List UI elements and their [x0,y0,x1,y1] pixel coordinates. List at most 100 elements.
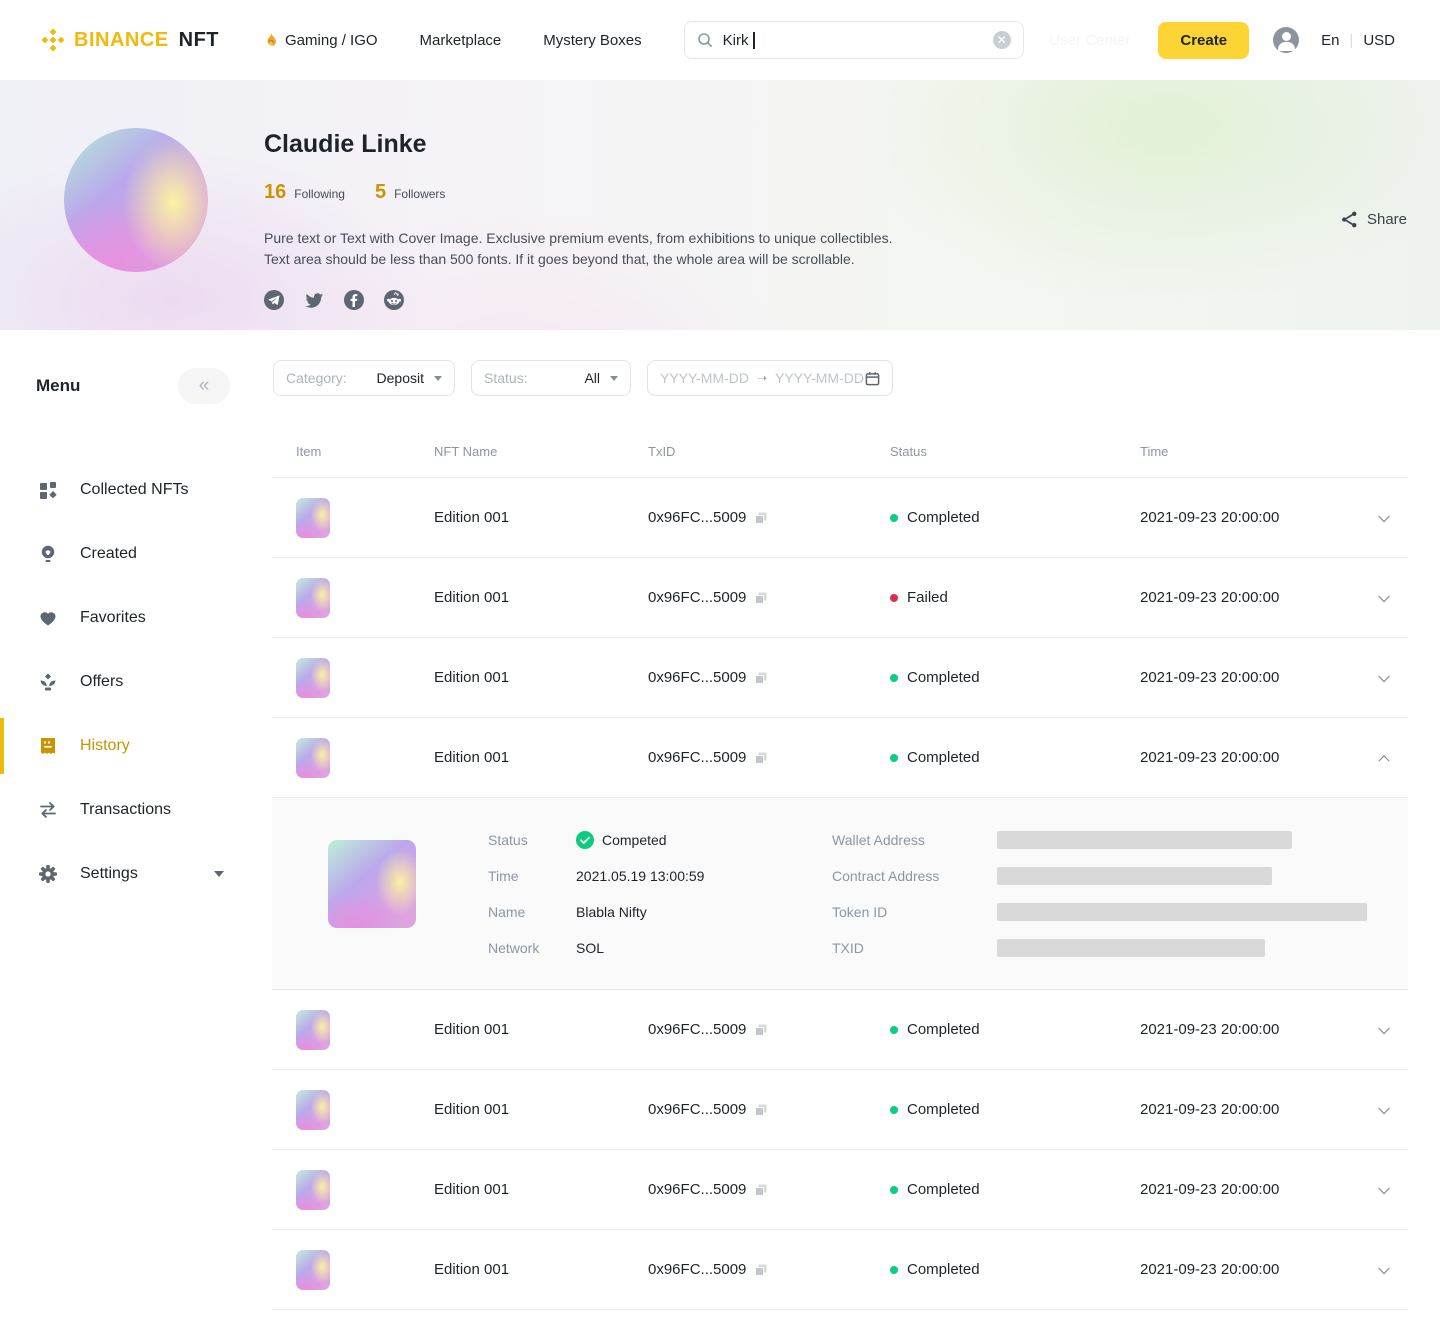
sidebar-item-collected-nfts[interactable]: Collected NFTs [0,458,272,522]
copy-icon[interactable] [754,1183,768,1197]
table-row[interactable]: Edition 001 0x96FC...5009 Completed 2021… [272,478,1408,558]
detail-network-value: SOL [576,940,604,956]
chevron-down-icon[interactable] [1378,590,1389,601]
table-row[interactable]: Edition 001 0x96FC...5009 Completed 2021… [272,638,1408,718]
copy-icon[interactable] [754,591,768,605]
create-button[interactable]: Create [1158,22,1249,59]
txid-value: 0x96FC...5009 [648,1181,746,1198]
table-row[interactable]: Edition 001 0x96FC...5009 Completed 2021… [272,1150,1408,1230]
telegram-icon[interactable] [264,290,284,310]
sidebar-item-transactions[interactable]: Transactions [0,778,272,842]
date-from-input[interactable]: YYYY-MM-DD [660,370,749,386]
nft-thumbnail [296,498,330,538]
chevron-down-icon[interactable] [1378,1182,1389,1193]
text-cursor [753,32,755,49]
sidebar-item-favorites[interactable]: Favorites [0,586,272,650]
heart-icon [38,608,58,628]
account-avatar-icon[interactable] [1273,27,1299,53]
share-button[interactable]: Share [1340,210,1407,229]
date-to-input[interactable]: YYYY-MM-DD [775,370,864,386]
user-center-link[interactable]: User Center [1050,32,1131,49]
clear-search-icon[interactable]: ✕ [993,31,1011,49]
copy-icon[interactable] [754,1263,768,1277]
status-label: Completed [907,669,980,686]
table-row[interactable]: Edition 001 0x96FC...5009 Failed 2021-09… [272,558,1408,638]
chevron-down-icon[interactable] [1378,1022,1389,1033]
detail-contract-label: Contract Address [832,868,997,884]
share-icon [1340,210,1359,229]
detail-time-value: 2021.05.19 13:00:59 [576,868,704,884]
status-label: Completed [907,509,980,526]
copy-icon[interactable] [754,751,768,765]
menu-title: Menu [36,376,80,396]
txid-value: 0x96FC...5009 [648,509,746,526]
calendar-icon[interactable] [865,371,880,386]
detail-name-label: Name [488,904,576,920]
binance-logo[interactable]: BINANCENFT [40,27,219,53]
table-row[interactable]: Edition 001 0x96FC...5009 Completed 2021… [272,990,1408,1070]
chevron-down-icon[interactable] [1378,1262,1389,1273]
sidebar-item-label: Settings [80,865,138,883]
reddit-icon[interactable] [384,290,404,310]
sidebar-item-label: Collected NFTs [80,481,188,499]
status-dot [890,1186,898,1194]
detail-right-column: Wallet Address Contract Address Token ID… [832,822,1392,966]
collapse-sidebar-button[interactable]: « [178,368,230,404]
chevron-down-icon[interactable] [1378,1102,1389,1113]
sidebar-item-settings[interactable]: Settings [0,842,272,906]
table-row[interactable]: Edition 001 0x96FC...5009 Completed 2021… [272,1070,1408,1150]
profile-info: Claudie Linke 16 Following 5 Followers P… [264,130,892,310]
txid-value: 0x96FC...5009 [648,1021,746,1038]
copy-icon[interactable] [754,1023,768,1037]
row-time: 2021-09-23 20:00:00 [1140,1021,1370,1038]
binance-diamond-icon [40,27,66,53]
nft-name: Edition 001 [434,1261,648,1278]
detail-txid-label: TXID [832,940,997,956]
status-dropdown[interactable]: Status: All [471,360,631,396]
chevron-up-icon[interactable] [1378,755,1389,766]
chevron-down-icon[interactable] [214,871,224,877]
nft-thumbnail [296,658,330,698]
search-icon [697,32,713,48]
following-stat[interactable]: 16 Following [264,181,345,204]
followers-stat[interactable]: 5 Followers [375,181,445,204]
followers-label: Followers [394,187,445,201]
status-label: Failed [907,589,948,606]
arrow-right-icon: ➝ [757,371,767,385]
nft-thumbnail [296,1250,330,1290]
followers-count: 5 [375,181,386,204]
chevron-down-icon[interactable] [1378,510,1389,521]
facebook-icon[interactable] [344,290,364,310]
sidebar-item-offers[interactable]: Offers [0,650,272,714]
status-label: Completed [907,1181,980,1198]
date-range-picker[interactable]: YYYY-MM-DD ➝ YYYY-MM-DD [647,360,893,396]
detail-time-label: Time [488,868,576,884]
status-dot [890,514,898,522]
table-row[interactable]: Edition 001 0x96FC...5009 Completed 2021… [272,718,1408,798]
copy-icon[interactable] [754,511,768,525]
nav-link-gaming-igo[interactable]: Gaming / IGO [263,32,378,49]
language-selector[interactable]: En [1321,32,1339,49]
nav-link-mystery-boxes[interactable]: Mystery Boxes [543,32,641,49]
wallet-address-placeholder [997,831,1292,849]
copy-icon[interactable] [754,1103,768,1117]
menu-items: Collected NFTs Created Favorites [0,458,272,906]
currency-selector[interactable]: USD [1363,32,1395,49]
status-dot [890,754,898,762]
search-value: Kirk [723,32,749,49]
category-label: Category: [286,370,347,386]
search-input[interactable]: Kirk ✕ [684,21,1024,59]
sidebar-item-label: Favorites [80,609,146,627]
detail-status-label: Status [488,832,576,848]
sidebar-item-label: Transactions [80,801,171,819]
twitter-icon[interactable] [304,290,324,310]
nav-link-marketplace[interactable]: Marketplace [420,32,502,49]
copy-icon[interactable] [754,671,768,685]
table-row[interactable]: Edition 001 0x96FC...5009 Completed 2021… [272,1230,1408,1310]
chevron-down-icon[interactable] [1378,670,1389,681]
category-dropdown[interactable]: Category: Deposit [273,360,455,396]
sidebar-item-created[interactable]: Created [0,522,272,586]
txid-value: 0x96FC...5009 [648,1261,746,1278]
sidebar-item-history[interactable]: History [0,714,272,778]
status-filter-value: All [584,370,600,386]
